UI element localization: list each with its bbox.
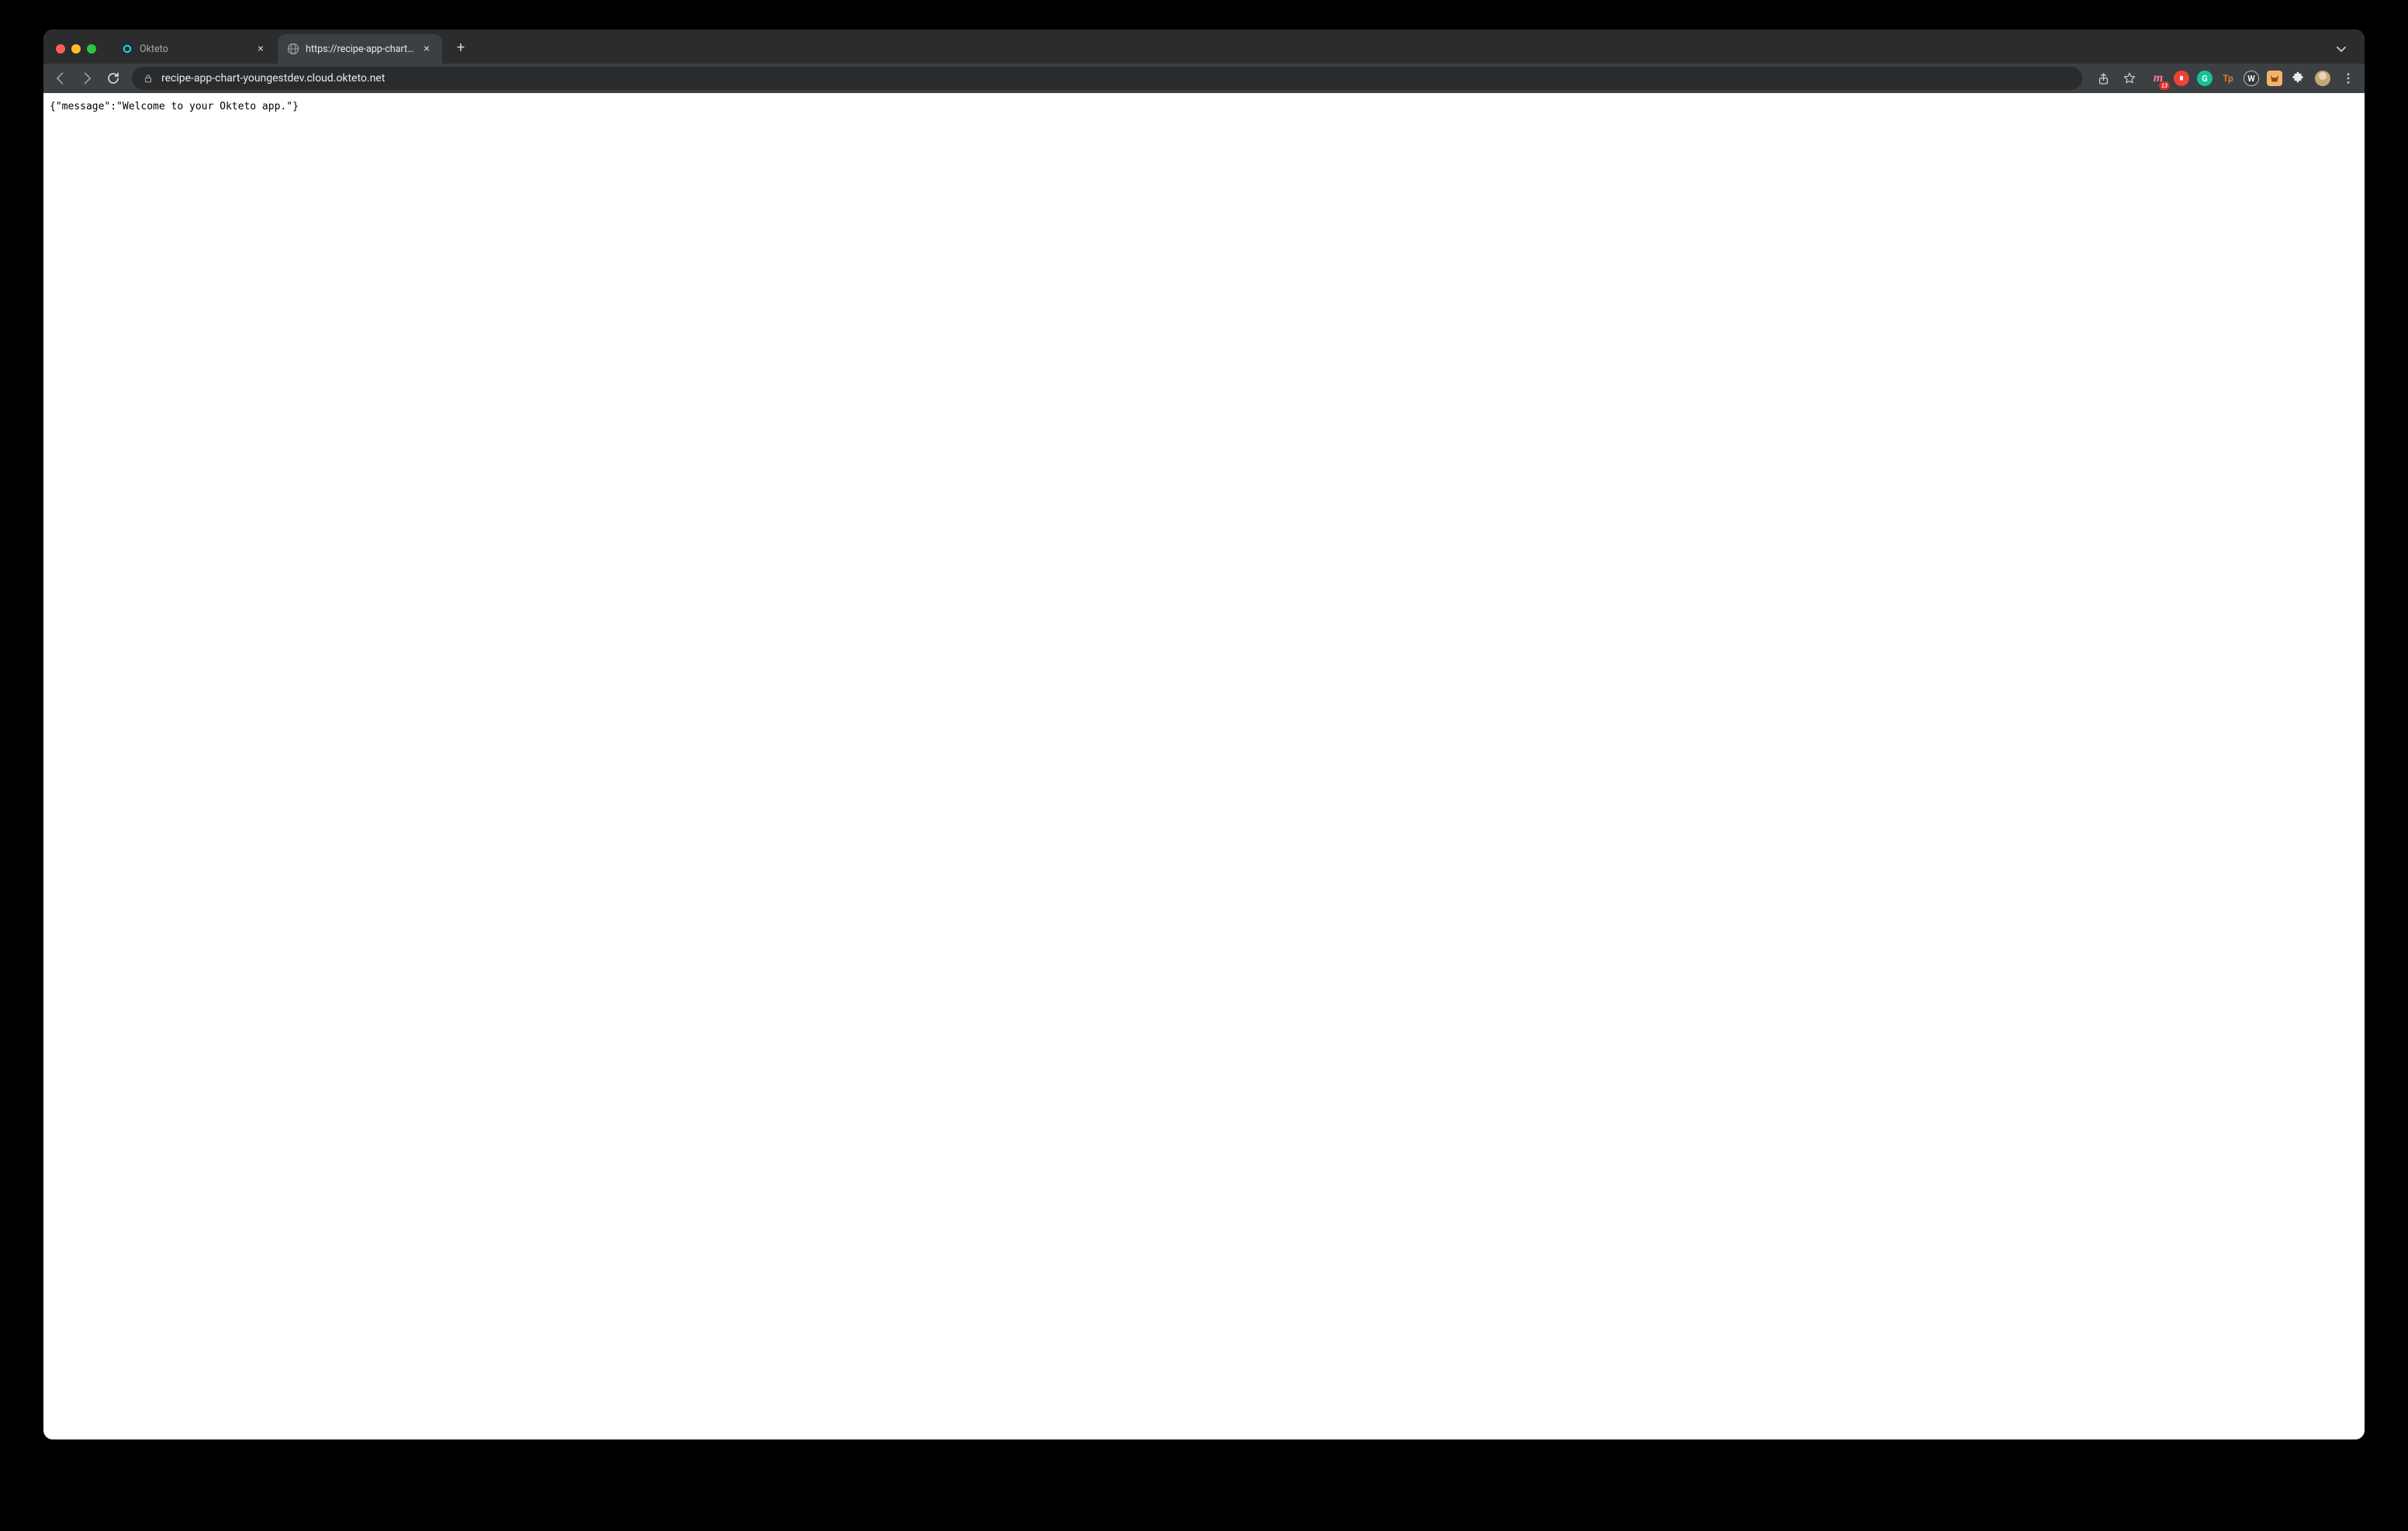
w-extension-icon[interactable]: W xyxy=(2244,71,2259,86)
extension-label: G xyxy=(2202,74,2208,84)
tabs-dropdown-button[interactable] xyxy=(2330,38,2352,60)
url-text: recipe-app-chart-youngestdev.cloud.oktet… xyxy=(161,72,2071,85)
nav-buttons xyxy=(51,69,123,88)
back-button[interactable] xyxy=(51,69,70,88)
grammarly-extension-icon[interactable]: G xyxy=(2197,71,2213,86)
new-tab-button[interactable]: + xyxy=(450,36,472,58)
forward-button[interactable] xyxy=(78,69,96,88)
extensions-puzzle-icon[interactable] xyxy=(2290,71,2306,86)
browser-window: Okteto × https://recipe-app-chart-young … xyxy=(43,29,2365,1439)
tab-title: https://recipe-app-chart-young xyxy=(306,43,414,55)
window-close-button[interactable] xyxy=(56,44,65,54)
tp-extension-icon[interactable]: Tp xyxy=(2220,71,2236,86)
extension-label: Tp xyxy=(2223,73,2233,84)
page-viewport[interactable]: {"message":"Welcome to your Okteto app."… xyxy=(43,93,2365,1439)
profile-avatar[interactable] xyxy=(2315,71,2330,86)
response-body: {"message":"Welcome to your Okteto app."… xyxy=(43,93,2365,120)
tabstrip-right xyxy=(2330,38,2358,60)
tab-title: Okteto xyxy=(140,43,248,55)
toolbar: recipe-app-chart-youngestdev.cloud.oktet… xyxy=(43,64,2365,93)
share-icon[interactable] xyxy=(2095,70,2112,87)
adblock-extension-icon[interactable] xyxy=(2174,71,2189,86)
reload-button[interactable] xyxy=(104,69,123,88)
tab-close-icon[interactable]: × xyxy=(420,43,433,55)
tab-strip: Okteto × https://recipe-app-chart-young … xyxy=(43,29,2365,64)
okteto-favicon xyxy=(121,43,133,55)
kebab-menu-icon[interactable] xyxy=(2340,70,2357,87)
plus-icon: + xyxy=(457,40,465,56)
lock-icon xyxy=(143,73,154,84)
tab-close-icon[interactable]: × xyxy=(254,43,267,55)
toolbar-actions: m13 G Tp W xyxy=(2091,70,2357,87)
m13-extension-icon[interactable]: m13 xyxy=(2150,71,2166,86)
extension-badge: 13 xyxy=(2159,81,2170,90)
tabs: Okteto × https://recipe-app-chart-young … xyxy=(112,34,444,64)
tab-okteto[interactable]: Okteto × xyxy=(112,34,276,64)
extensions-strip: m13 G Tp W xyxy=(2147,71,2306,86)
bookmark-star-icon[interactable] xyxy=(2121,70,2138,87)
traffic-lights xyxy=(50,44,112,54)
fox-extension-icon[interactable] xyxy=(2267,71,2282,86)
address-bar[interactable]: recipe-app-chart-youngestdev.cloud.oktet… xyxy=(132,67,2082,90)
globe-favicon xyxy=(287,43,299,55)
window-maximize-button[interactable] xyxy=(87,44,96,54)
extension-label: W xyxy=(2247,74,2255,84)
tab-recipe-app[interactable]: https://recipe-app-chart-young × xyxy=(278,34,442,64)
window-minimize-button[interactable] xyxy=(71,44,81,54)
